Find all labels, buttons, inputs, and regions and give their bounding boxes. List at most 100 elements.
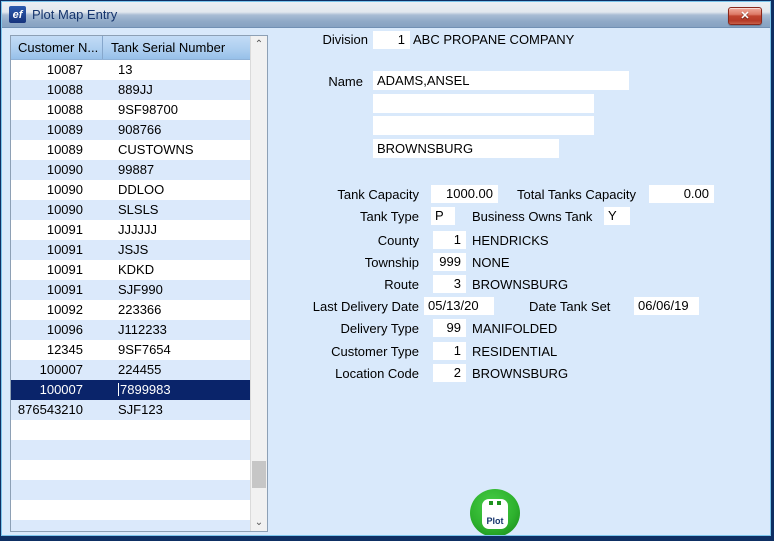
tank-serial-cell: CUSTOWNS xyxy=(118,142,194,157)
table-body: 10087 13 10088 889JJ 10088 9SF98700 10089 90876… xyxy=(11,60,250,531)
table-row[interactable]: 10096 J112233 xyxy=(11,320,250,340)
customer-number-cell xyxy=(11,460,103,480)
last-delivery-date-label: Last Delivery Date xyxy=(312,299,419,314)
table-row[interactable]: 10087 13 xyxy=(11,60,250,80)
customer-number-cell: 10096 xyxy=(46,322,83,337)
date-tank-set-field[interactable]: 06/06/19 xyxy=(634,297,699,315)
customer-number-cell xyxy=(11,520,103,531)
total-tanks-capacity-label: Total Tanks Capacity xyxy=(517,187,636,202)
total-tanks-capacity-field[interactable]: 0.00 xyxy=(649,185,714,203)
title-bar[interactable]: ef Plot Map Entry ✕ xyxy=(2,2,770,28)
window-title: Plot Map Entry xyxy=(32,7,118,22)
location-code-field[interactable]: 2 xyxy=(433,364,466,382)
address-line2-field[interactable] xyxy=(373,94,594,113)
tank-serial-cell xyxy=(103,520,250,531)
list-header: Customer N... Tank Serial Number xyxy=(11,36,250,60)
customer-number-cell: 10091 xyxy=(46,262,83,277)
table-row[interactable]: 10088 889JJ xyxy=(11,80,250,100)
city-field[interactable]: BROWNSBURG xyxy=(373,139,559,158)
table-row[interactable]: 10091 KDKD xyxy=(11,260,250,280)
customer-number-cell: 10092 xyxy=(46,302,83,317)
tank-type-field[interactable]: P xyxy=(431,207,455,225)
route-field[interactable]: 3 xyxy=(433,275,466,293)
tank-serial-cell xyxy=(103,460,250,480)
customer-number-cell: 10088 xyxy=(46,102,83,117)
table-row[interactable]: 10091 JSJS xyxy=(11,240,250,260)
customer-tank-list[interactable]: Customer N... Tank Serial Number 10087 13… xyxy=(10,35,268,532)
plot-map-entry-window: ef Plot Map Entry ✕ Customer N... Tank S… xyxy=(0,0,774,541)
scroll-up-icon[interactable]: ⌃ xyxy=(251,36,267,53)
customer-number-cell: 12345 xyxy=(46,342,83,357)
business-owns-tank-label: Business Owns Tank xyxy=(472,209,593,224)
table-row[interactable]: 10088 9SF98700 xyxy=(11,100,250,120)
division-company-text: ABC PROPANE COMPANY xyxy=(413,32,575,47)
customer-number-cell xyxy=(11,500,103,520)
column-header-customer-number[interactable]: Customer N... xyxy=(11,36,103,59)
county-text: HENDRICKS xyxy=(472,233,549,248)
table-row[interactable]: 10089 CUSTOWNS xyxy=(11,140,250,160)
tank-capacity-field[interactable]: 1000.00 xyxy=(431,185,498,203)
table-row[interactable] xyxy=(11,420,250,440)
table-row[interactable] xyxy=(11,480,250,500)
table-row[interactable]: 12345 9SF7654 xyxy=(11,340,250,360)
table-row[interactable]: 10090 DDLOO xyxy=(11,180,250,200)
tank-serial-cell: 13 xyxy=(118,62,133,77)
tank-serial-cell: DDLOO xyxy=(118,182,165,197)
table-row[interactable] xyxy=(11,520,250,531)
name-field[interactable]: ADAMS,ANSEL xyxy=(373,71,629,90)
vertical-scrollbar[interactable]: ⌃ ⌄ xyxy=(250,36,267,531)
tank-serial-cell xyxy=(103,440,250,460)
tank-serial-cell xyxy=(103,420,250,440)
table-row[interactable]: 10092 223366 xyxy=(11,300,250,320)
township-field[interactable]: 999 xyxy=(433,253,466,271)
customer-number-cell: 10089 xyxy=(46,142,83,157)
customer-number-cell: 10091 xyxy=(46,242,83,257)
name-label: Name xyxy=(328,74,363,89)
customer-type-label: Customer Type xyxy=(331,344,419,359)
table-row[interactable]: 100007 7899983 xyxy=(11,380,250,400)
propane-tank-icon: Plot xyxy=(482,499,508,529)
plot-button[interactable]: Plot xyxy=(470,489,520,535)
column-header-tank-serial[interactable]: Tank Serial Number xyxy=(103,36,250,59)
table-row[interactable]: 876543210 SJF123 xyxy=(11,400,250,420)
table-row[interactable]: 10090 99887 xyxy=(11,160,250,180)
customer-type-field[interactable]: 1 xyxy=(433,342,466,360)
location-code-text: BROWNSBURG xyxy=(472,366,569,381)
table-row[interactable] xyxy=(11,460,250,480)
tank-serial-cell: 908766 xyxy=(118,122,162,137)
scrollbar-thumb[interactable] xyxy=(252,461,266,488)
customer-number-cell xyxy=(11,420,103,440)
customer-number-cell: 100007 xyxy=(39,362,83,377)
tank-serial-cell xyxy=(103,500,250,520)
delivery-type-field[interactable]: 99 xyxy=(433,319,466,337)
tank-serial-cell: 9SF98700 xyxy=(118,102,178,117)
tank-serial-cell: 223366 xyxy=(118,302,162,317)
table-row[interactable]: 10091 SJF990 xyxy=(11,280,250,300)
table-row[interactable] xyxy=(11,500,250,520)
table-row[interactable]: 10090 SLSLS xyxy=(11,200,250,220)
customer-type-text: RESIDENTIAL xyxy=(472,344,558,359)
county-field[interactable]: 1 xyxy=(433,231,466,249)
tank-serial-cell: SJF123 xyxy=(118,402,163,417)
tank-serial-cell: 7899983 xyxy=(118,382,171,397)
client-area: Customer N... Tank Serial Number 10087 13… xyxy=(2,28,770,535)
scroll-down-icon[interactable]: ⌄ xyxy=(251,514,267,531)
division-field[interactable]: 1 xyxy=(373,31,410,49)
customer-number-cell: 100007 xyxy=(39,382,83,397)
close-button[interactable]: ✕ xyxy=(728,7,762,25)
table-row[interactable]: 100007 224455 xyxy=(11,360,250,380)
customer-number-cell: 10091 xyxy=(46,282,83,297)
last-delivery-date-field[interactable]: 05/13/20 xyxy=(424,297,494,315)
customer-number-cell: 10087 xyxy=(46,62,83,77)
table-row[interactable]: 10091 JJJJJJ xyxy=(11,220,250,240)
tank-type-label: Tank Type xyxy=(359,209,419,224)
tank-serial-cell: KDKD xyxy=(118,262,155,277)
business-owns-tank-field[interactable]: Y xyxy=(604,207,630,225)
table-row[interactable] xyxy=(11,440,250,460)
delivery-type-text: MANIFOLDED xyxy=(472,321,558,336)
table-row[interactable]: 10089 908766 xyxy=(11,120,250,140)
tank-serial-cell: 224455 xyxy=(118,362,162,377)
customer-number-cell: 10090 xyxy=(46,202,83,217)
tank-serial-cell: J112233 xyxy=(118,322,167,337)
address-line3-field[interactable] xyxy=(373,116,594,135)
